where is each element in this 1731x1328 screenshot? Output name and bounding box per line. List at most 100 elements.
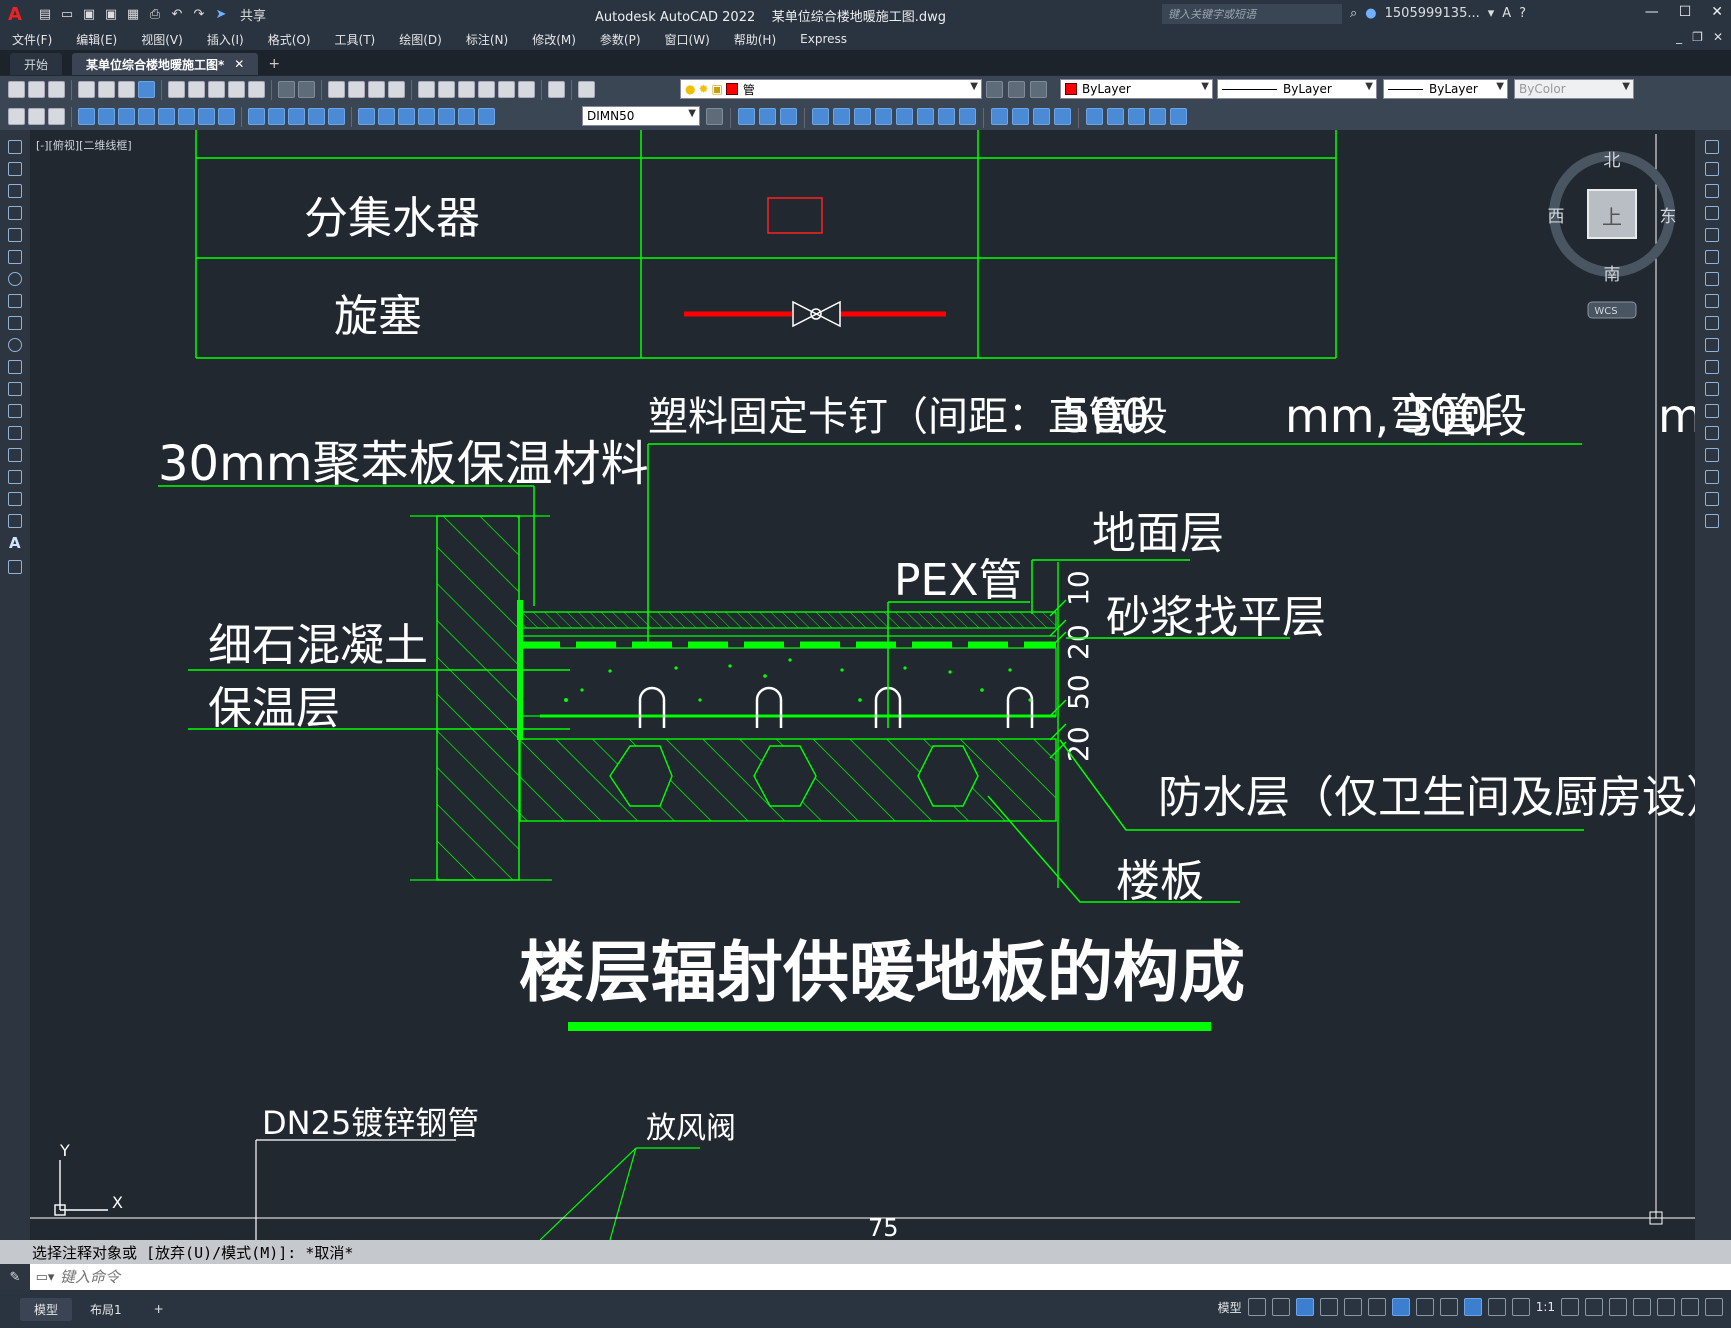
grid-icon[interactable] <box>1247 1298 1266 1316</box>
table-icon[interactable] <box>8 514 22 528</box>
preview-icon[interactable] <box>98 81 115 98</box>
viewcube-top-face[interactable]: 上 <box>1602 205 1622 229</box>
dim-space-icon[interactable] <box>308 108 325 125</box>
layer-properties-icon[interactable] <box>578 81 595 98</box>
scale-icon[interactable] <box>896 108 913 125</box>
quick-dim-icon[interactable] <box>248 108 265 125</box>
transparency-icon[interactable] <box>1439 1298 1458 1316</box>
menu-draw[interactable]: 绘图(D) <box>387 31 454 48</box>
make-block-icon[interactable] <box>8 404 22 418</box>
rotate-icon[interactable] <box>1705 272 1719 286</box>
circle-icon[interactable] <box>8 272 22 286</box>
block-editor-icon[interactable] <box>248 81 265 98</box>
save-icon[interactable] <box>48 81 65 98</box>
cut-icon[interactable] <box>168 81 185 98</box>
redo-icon[interactable] <box>298 81 315 98</box>
viewcube-east[interactable]: 东 <box>1660 207 1677 227</box>
open-icon[interactable]: ▭ <box>58 5 76 23</box>
undo-icon[interactable]: ↶ <box>168 5 186 23</box>
ungroup-icon[interactable] <box>1149 108 1166 125</box>
hatch-icon[interactable] <box>8 448 22 462</box>
doc-restore-icon[interactable]: ❐ <box>1692 30 1703 44</box>
layer-dropdown[interactable]: ● ✹ ▣ 管 ▼ <box>680 79 982 99</box>
dim-style-icon[interactable] <box>706 108 723 125</box>
construction-line-icon[interactable] <box>8 162 22 176</box>
model-space-canvas[interactable]: 分集水器 旋塞 塑料固定卡钉（间距：直管段 500 mm,弯管段 300 m 3… <box>30 130 1695 1240</box>
tab-drawing[interactable]: 某单位综合楼地暖施工图* ✕ <box>72 53 259 75</box>
polyline-icon[interactable] <box>8 184 22 198</box>
close-icon[interactable]: ✕ <box>1711 4 1723 20</box>
isodraft-icon[interactable] <box>1343 1298 1362 1316</box>
insert-block-icon[interactable] <box>8 382 22 396</box>
lineweight-dropdown[interactable]: ByLayer ▼ <box>1383 79 1508 99</box>
maximize-icon[interactable]: ☐ <box>1679 4 1692 20</box>
quick-properties-icon[interactable] <box>1633 1298 1651 1316</box>
point-icon[interactable] <box>8 426 22 440</box>
menu-file[interactable]: 文件(F) <box>0 31 64 48</box>
units-icon[interactable] <box>1609 1298 1627 1316</box>
break-icon[interactable] <box>1705 404 1719 418</box>
join-icon[interactable] <box>1705 426 1719 440</box>
tab-close-icon[interactable]: ✕ <box>234 57 244 71</box>
workspace-gear-icon[interactable] <box>1561 1298 1579 1316</box>
match-properties-icon[interactable] <box>228 81 245 98</box>
layout1-tab[interactable]: 布局1 <box>76 1298 136 1321</box>
object-snap-tracking-icon[interactable] <box>1367 1298 1386 1316</box>
viewport-controls[interactable]: [-][俯视][二维线框] <box>36 137 132 153</box>
break-point-icon[interactable] <box>1705 382 1719 396</box>
help-icon[interactable] <box>548 81 565 98</box>
ellipse-arc-icon[interactable] <box>8 360 22 374</box>
new-icon[interactable]: ▤ <box>36 5 54 23</box>
plot-icon[interactable] <box>78 81 95 98</box>
user-icon[interactable]: ● <box>1365 6 1376 21</box>
draworder-icon[interactable] <box>1107 108 1124 125</box>
toolbar-icon[interactable] <box>28 108 45 125</box>
model-tab[interactable]: 模型 <box>20 1297 73 1321</box>
arc-icon[interactable] <box>8 250 22 264</box>
cart-icon[interactable]: ▾ <box>1488 6 1495 21</box>
toolbar-icon[interactable] <box>48 108 65 125</box>
rotate-icon[interactable] <box>875 108 892 125</box>
copy-icon[interactable] <box>1705 162 1719 176</box>
spline-icon[interactable] <box>8 316 22 330</box>
dim-continue-icon[interactable] <box>288 108 305 125</box>
ortho-icon[interactable] <box>1295 1298 1314 1316</box>
move-icon[interactable] <box>1705 250 1719 264</box>
annotation-scale-icon[interactable] <box>1511 1298 1530 1316</box>
dim-break-icon[interactable] <box>328 108 345 125</box>
add-layout-icon[interactable]: + <box>140 1299 178 1319</box>
qnew-icon[interactable] <box>8 81 25 98</box>
erase-icon[interactable] <box>738 108 755 125</box>
annotation-monitor-icon[interactable] <box>1585 1298 1603 1316</box>
help-icon[interactable]: ? <box>1519 6 1526 21</box>
gradient-icon[interactable] <box>8 470 22 484</box>
command-line-close-icon[interactable]: ✎ <box>0 1264 30 1290</box>
zoom-previous-icon[interactable] <box>388 81 405 98</box>
tab-start[interactable]: 开始 <box>10 53 63 75</box>
open-icon[interactable] <box>28 81 45 98</box>
chamfer-icon[interactable] <box>1033 108 1050 125</box>
line-tool-icon[interactable] <box>8 140 22 154</box>
design-center-icon[interactable] <box>438 81 455 98</box>
extend-icon[interactable] <box>1705 360 1719 374</box>
save-icon[interactable]: ▣ <box>80 5 98 23</box>
tolerance-icon[interactable] <box>358 108 375 125</box>
redo-icon[interactable]: ↷ <box>190 5 208 23</box>
publish-icon[interactable] <box>118 81 135 98</box>
menu-view[interactable]: 视图(V) <box>129 31 195 48</box>
dim-linear-icon[interactable] <box>78 108 95 125</box>
mirror-icon[interactable] <box>780 108 797 125</box>
stretch-icon[interactable] <box>1705 316 1719 330</box>
menu-parametric[interactable]: 参数(P) <box>588 31 653 48</box>
menu-tools[interactable]: 工具(T) <box>323 31 388 48</box>
menu-insert[interactable]: 插入(I) <box>195 31 256 48</box>
save-as-icon[interactable]: ▣ <box>102 5 120 23</box>
array-icon[interactable] <box>1705 228 1719 242</box>
annotation-visibility-icon[interactable] <box>1463 1298 1482 1316</box>
copy-object-icon[interactable] <box>759 108 776 125</box>
erase-icon[interactable] <box>1705 140 1719 154</box>
linetype-dropdown[interactable]: ByLayer ▼ <box>1217 79 1377 99</box>
minimize-icon[interactable]: — <box>1645 4 1659 20</box>
sheet-set-icon[interactable] <box>478 81 495 98</box>
group-icon[interactable] <box>1128 108 1145 125</box>
